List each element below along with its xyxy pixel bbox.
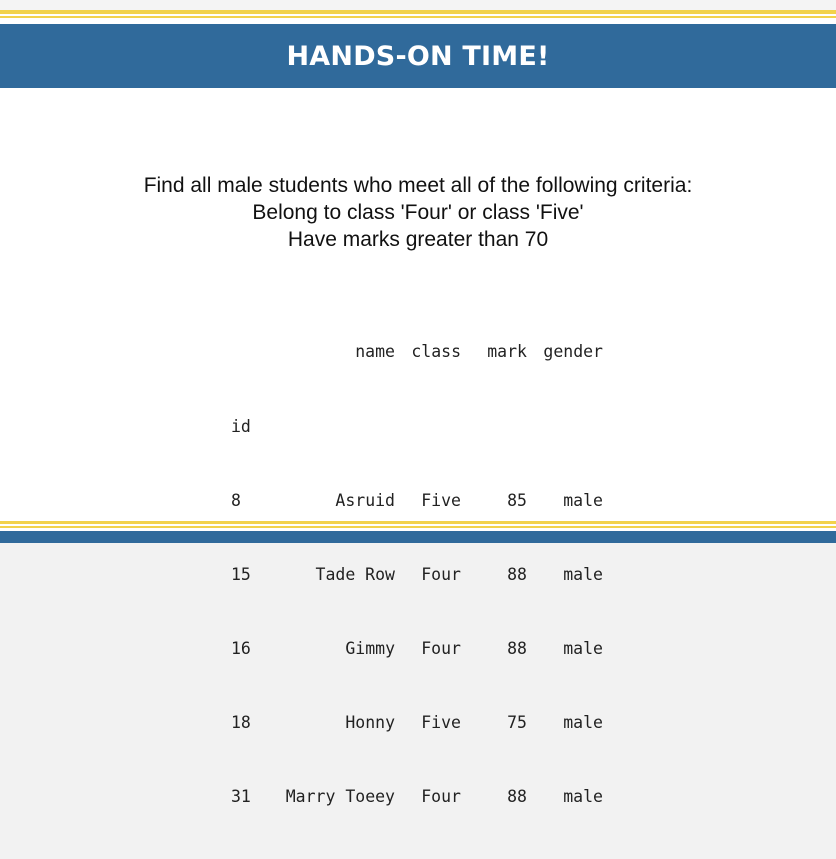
dataframe-output: name class mark gender id 8 Asruid Five 85 male… — [231, 291, 603, 859]
table-row: 18 Honny Five 75 male — [231, 711, 603, 736]
row-name: Asruid — [335, 490, 395, 510]
table-row: 31 Marry Toeey Four 88 male — [231, 785, 603, 810]
instruction-line: Find all male students who meet all of t… — [143, 174, 693, 197]
table-row: 16 Gimmy Four 88 male — [231, 637, 603, 662]
row-mark: 85 — [507, 490, 527, 510]
row-gender: male — [563, 712, 603, 732]
footer-blue-band — [0, 531, 836, 543]
row-gender: male — [563, 490, 603, 510]
top-strip — [0, 0, 836, 10]
footer-gold-band — [0, 521, 836, 524]
row-name: Tade Row — [315, 564, 395, 584]
index-name: id — [231, 416, 251, 436]
row-name: Honny — [345, 712, 395, 732]
column-header: class — [411, 342, 461, 362]
row-id: 8 — [231, 490, 241, 510]
instructions: Find all male students who meet all of t… — [0, 172, 836, 253]
row-class: Five — [421, 712, 461, 732]
footer-gold-thin-band — [0, 526, 836, 528]
row-gender: male — [563, 564, 603, 584]
header-banner: HANDS-ON TIME! — [0, 24, 836, 88]
table-row: 15 Tade Row Four 88 male — [231, 563, 603, 588]
instruction-line: Belong to class 'Four' or class 'Five' — [252, 201, 584, 224]
index-header-row: id — [231, 415, 603, 440]
row-mark: 75 — [507, 712, 527, 732]
header-gold-band — [0, 10, 836, 14]
row-class: Four — [421, 564, 461, 584]
row-id: 31 — [231, 786, 251, 806]
row-class: Four — [421, 786, 461, 806]
footer-strip — [0, 543, 836, 557]
row-mark: 88 — [507, 786, 527, 806]
row-gender: male — [563, 786, 603, 806]
row-name: Marry Toeey — [285, 786, 395, 806]
column-header: gender — [543, 342, 603, 362]
row-class: Four — [421, 638, 461, 658]
column-header: name — [355, 342, 395, 362]
instruction-line: Have marks greater than 70 — [287, 228, 549, 251]
row-id: 18 — [231, 712, 251, 732]
row-mark: 88 — [507, 638, 527, 658]
column-header: mark — [487, 342, 527, 362]
header-gold-thin-band — [0, 16, 836, 18]
page-title: HANDS-ON TIME! — [286, 40, 550, 72]
row-id: 16 — [231, 638, 251, 658]
table-header-row: name class mark gender — [231, 340, 603, 365]
row-id: 15 — [231, 564, 251, 584]
table-row: 8 Asruid Five 85 male — [231, 489, 603, 514]
row-class: Five — [421, 490, 461, 510]
row-name: Gimmy — [345, 638, 395, 658]
row-mark: 88 — [507, 564, 527, 584]
row-gender: male — [563, 638, 603, 658]
slide: HANDS-ON TIME! Find all male students wh… — [0, 0, 836, 806]
